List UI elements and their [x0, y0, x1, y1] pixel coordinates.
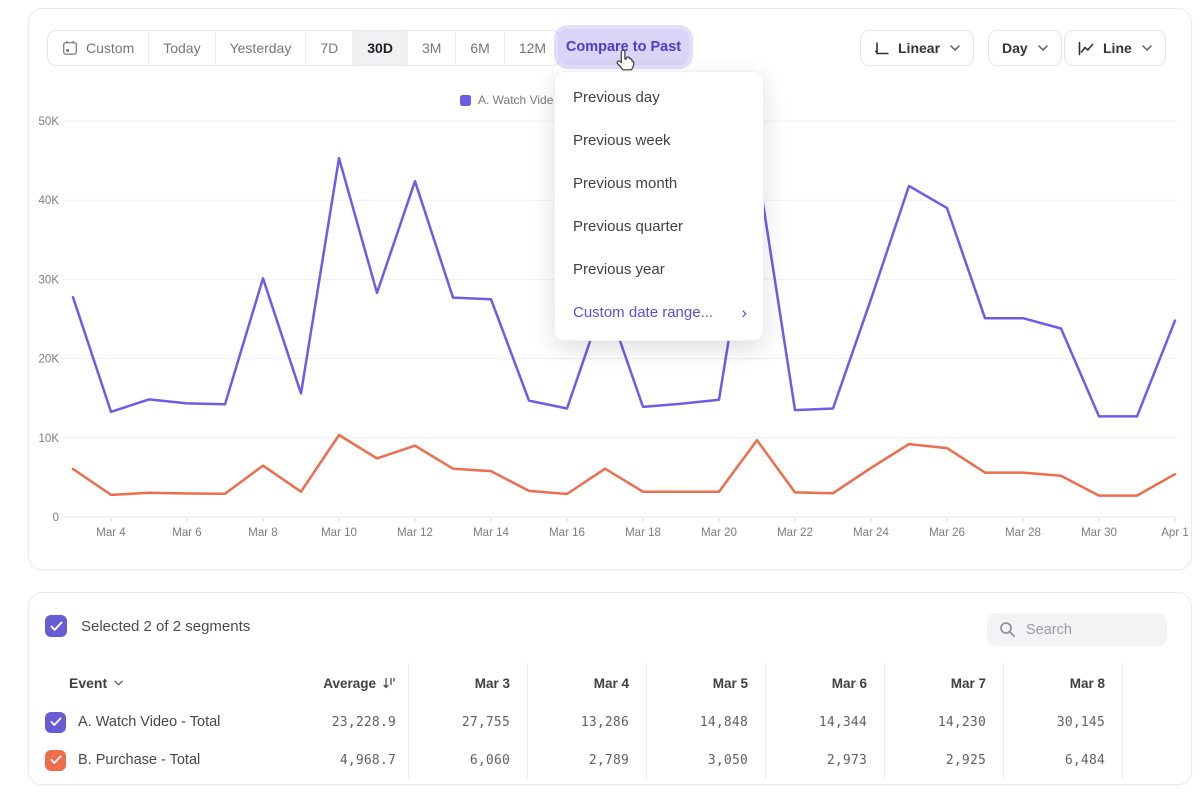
menu-item-custom-date-range[interactable]: Custom date range... ›	[555, 291, 763, 334]
cell-value: 27,755	[408, 703, 527, 741]
cell-value: 2,925	[884, 741, 1003, 779]
chart-card: Custom Today Yesterday 7D 30D 3M 6M 12M …	[28, 8, 1192, 570]
date-column-header: Mar 6	[765, 663, 884, 703]
svg-text:Mar 12: Mar 12	[397, 527, 433, 539]
legend-swatch	[460, 95, 471, 106]
row-checkbox[interactable]	[45, 750, 66, 771]
menu-item-previous-month[interactable]: Previous month	[555, 162, 763, 205]
cell-value-clipped: 3,	[1122, 741, 1192, 779]
svg-text:Mar 8: Mar 8	[248, 527, 277, 539]
average-value: 23,228.9	[269, 715, 408, 730]
cell-value: 2,789	[527, 741, 646, 779]
svg-text:Mar 24: Mar 24	[853, 527, 889, 539]
date-column-header: Mar 5	[646, 663, 765, 703]
average-column-header[interactable]: Average	[269, 676, 408, 691]
table-header-row: Event Average Mar 3 Mar 4 Mar 5 Mar 6 Ma…	[29, 663, 1192, 703]
menu-item-previous-year[interactable]: Previous year	[555, 248, 763, 291]
check-icon	[50, 717, 62, 727]
date-column-header-clipped: M	[1122, 663, 1192, 703]
cell-value-clipped: 15,	[1122, 703, 1192, 741]
event-column-header[interactable]: Event	[29, 675, 269, 691]
menu-item-previous-day[interactable]: Previous day	[555, 76, 763, 119]
compare-to-past-button[interactable]: Compare to Past	[558, 29, 689, 65]
cell-value: 30,145	[1003, 703, 1122, 741]
menu-item-previous-week[interactable]: Previous week	[555, 119, 763, 162]
row-label: A. Watch Video - Total	[78, 714, 220, 730]
menu-item-previous-quarter[interactable]: Previous quarter	[555, 205, 763, 248]
svg-text:Mar 14: Mar 14	[473, 527, 509, 539]
svg-text:40K: 40K	[39, 195, 60, 207]
svg-text:Mar 26: Mar 26	[929, 527, 965, 539]
cell-value: 6,484	[1003, 741, 1122, 779]
date-column-header: Mar 7	[884, 663, 1003, 703]
row-label: B. Purchase - Total	[78, 752, 200, 768]
cell-value: 13,286	[527, 703, 646, 741]
svg-text:Mar 30: Mar 30	[1081, 527, 1117, 539]
select-all-checkbox[interactable]	[45, 615, 67, 637]
svg-text:30K: 30K	[39, 274, 60, 286]
svg-text:Mar 6: Mar 6	[172, 527, 201, 539]
submenu-arrow-icon: ›	[741, 304, 747, 321]
svg-text:Mar 18: Mar 18	[625, 527, 661, 539]
check-icon	[50, 755, 62, 765]
date-column-header: Mar 8	[1003, 663, 1122, 703]
date-column-header: Mar 3	[408, 663, 527, 703]
search-input[interactable]	[1026, 622, 1146, 638]
table-row-purchase[interactable]: B. Purchase - Total 4,968.7 6,060 2,789 …	[29, 741, 1192, 779]
average-value: 4,968.7	[269, 753, 408, 768]
cell-value: 2,973	[765, 741, 884, 779]
svg-text:Mar 20: Mar 20	[701, 527, 737, 539]
svg-text:Mar 16: Mar 16	[549, 527, 585, 539]
cell-value: 6,060	[408, 741, 527, 779]
segments-table: Event Average Mar 3 Mar 4 Mar 5 Mar 6 Ma…	[29, 663, 1192, 779]
search-icon	[999, 621, 1016, 638]
compare-menu: Previous day Previous week Previous mont…	[554, 71, 764, 341]
svg-text:Mar 28: Mar 28	[1005, 527, 1041, 539]
svg-text:Apr 1: Apr 1	[1161, 527, 1189, 539]
segments-header: Selected 2 of 2 segments	[29, 593, 1191, 657]
row-checkbox[interactable]	[45, 712, 66, 733]
segments-card: Selected 2 of 2 segments Event Average M…	[28, 592, 1192, 785]
svg-text:0: 0	[53, 512, 59, 524]
chevron-down-icon	[114, 680, 123, 686]
cell-value: 14,848	[646, 703, 765, 741]
table-row-watch-video[interactable]: A. Watch Video - Total 23,228.9 27,755 1…	[29, 703, 1192, 741]
cell-value: 14,344	[765, 703, 884, 741]
selected-segments-label: Selected 2 of 2 segments	[81, 618, 250, 635]
sort-descending-icon	[382, 676, 396, 690]
cell-value: 3,050	[646, 741, 765, 779]
svg-text:50K: 50K	[39, 116, 60, 128]
check-icon	[50, 621, 63, 632]
svg-text:Mar 4: Mar 4	[96, 527, 126, 539]
svg-text:Mar 22: Mar 22	[777, 527, 813, 539]
svg-text:10K: 10K	[39, 433, 60, 445]
cell-value: 14,230	[884, 703, 1003, 741]
svg-text:20K: 20K	[39, 354, 60, 366]
date-column-header: Mar 4	[527, 663, 646, 703]
svg-text:Mar 10: Mar 10	[321, 527, 357, 539]
search-box	[987, 613, 1167, 646]
